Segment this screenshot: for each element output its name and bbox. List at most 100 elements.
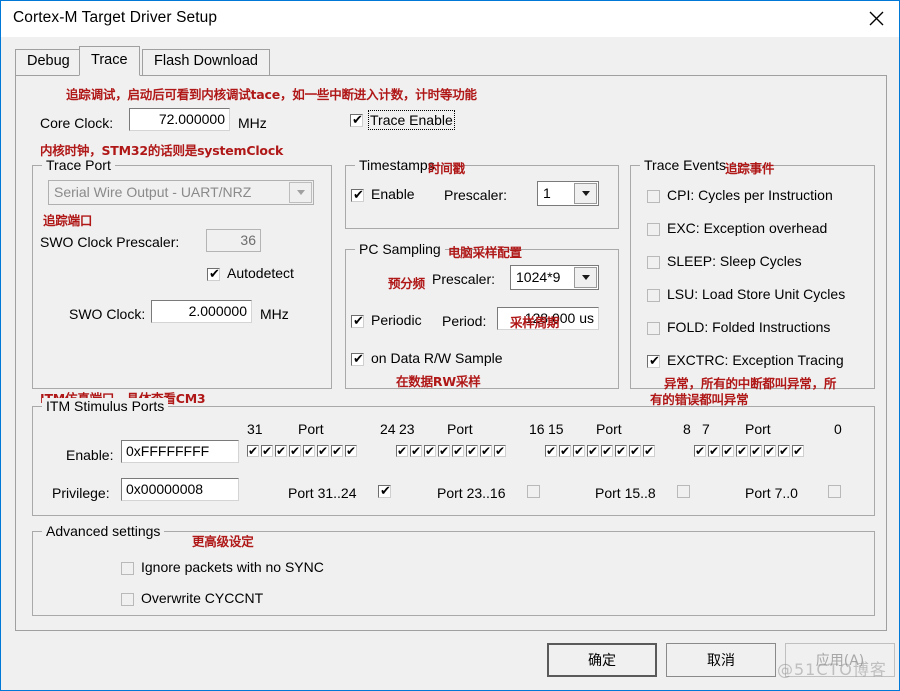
on-data-rw-checkbox[interactable]: ✔ — [351, 353, 364, 366]
swo-prescaler-input[interactable]: 36 — [206, 229, 261, 252]
trace-enable-checkbox[interactable]: ✔ — [350, 114, 363, 127]
trace-event-sleep-label[interactable]: SLEEP: Sleep Cycles — [667, 253, 802, 269]
chevron-down-icon[interactable] — [289, 182, 312, 203]
itm-port-bit-checkbox[interactable]: ✔ — [643, 444, 655, 458]
itm-port-bit-checkbox[interactable]: ✔ — [559, 445, 571, 458]
ok-button[interactable]: 确定 — [547, 643, 657, 677]
tab-trace[interactable]: Trace — [79, 46, 140, 76]
itm-port-bit-checkbox[interactable]: ✔ — [615, 444, 627, 458]
check-icon: ✔ — [751, 444, 762, 458]
itm-range-1-bits[interactable]: ✔ ✔ ✔ ✔ ✔ ✔ ✔ ✔ — [396, 444, 508, 458]
itm-port-bit-checkbox[interactable]: ✔ — [494, 445, 506, 458]
timestamps-prescaler-combo[interactable]: 1 — [537, 181, 599, 206]
on-data-rw-label[interactable]: on Data R/W Sample — [371, 350, 503, 366]
autodetect-checkbox[interactable]: ✔ — [207, 268, 220, 281]
itm-range-1-group-checkbox[interactable] — [527, 485, 540, 498]
periodic-checkbox[interactable]: ✔ — [351, 315, 364, 328]
itm-range-1-high: 23 — [399, 421, 415, 437]
close-icon[interactable] — [853, 1, 899, 36]
overwrite-cyccnt-checkbox[interactable] — [121, 593, 134, 606]
chevron-down-icon[interactable] — [574, 267, 597, 288]
tab-flash-download[interactable]: Flash Download — [142, 49, 270, 76]
core-clock-input[interactable]: 72.000000 — [129, 108, 230, 131]
trace-events-title: Trace Events — [640, 157, 730, 173]
itm-port-bit-checkbox[interactable]: ✔ — [694, 445, 706, 458]
ignore-no-sync-label[interactable]: Ignore packets with no SYNC — [141, 559, 324, 575]
trace-event-lsu-label[interactable]: LSU: Load Store Unit Cycles — [667, 286, 845, 302]
tab-debug[interactable]: Debug — [15, 49, 82, 76]
itm-port-bit-checkbox[interactable]: ✔ — [587, 445, 599, 458]
itm-port-bit-checkbox[interactable]: ✔ — [345, 445, 357, 458]
itm-range-3-bits[interactable]: ✔ ✔ ✔ ✔ ✔ ✔ ✔ ✔ — [694, 444, 806, 458]
ignore-no-sync-checkbox[interactable] — [121, 562, 134, 575]
swo-clock-input[interactable]: 2.000000 — [151, 300, 252, 323]
check-icon: ✔ — [332, 444, 343, 458]
itm-range-0-group-checkbox[interactable]: ✔ — [378, 485, 391, 498]
itm-port-bit-checkbox[interactable]: ✔ — [317, 445, 329, 458]
itm-range-1-word: Port — [447, 421, 473, 437]
itm-port-bit-checkbox[interactable]: ✔ — [303, 445, 315, 458]
check-icon: ✔ — [616, 444, 627, 458]
trace-event-sleep-checkbox[interactable] — [647, 256, 660, 269]
periodic-label[interactable]: Periodic — [371, 312, 422, 328]
check-icon: ✔ — [779, 444, 790, 458]
itm-port-bit-checkbox[interactable]: ✔ — [573, 445, 585, 458]
itm-port-bit-checkbox[interactable]: ✔ — [247, 445, 259, 458]
check-icon: ✔ — [481, 444, 492, 458]
itm-range-2-group-checkbox[interactable] — [677, 485, 690, 498]
trace-event-exc-label[interactable]: EXC: Exception overhead — [667, 220, 827, 236]
check-icon: ✔ — [467, 444, 478, 458]
itm-privilege-input[interactable]: 0x00000008 — [121, 478, 239, 501]
trace-event-exctrc-label[interactable]: EXCTRC: Exception Tracing — [667, 352, 844, 368]
itm-port-bit-checkbox[interactable]: ✔ — [722, 445, 734, 458]
chevron-down-icon[interactable] — [574, 183, 597, 204]
itm-port-bit-checkbox[interactable]: ✔ — [396, 445, 408, 458]
itm-port-bit-checkbox[interactable]: ✔ — [261, 445, 273, 458]
trace-event-cpi-label[interactable]: CPI: Cycles per Instruction — [667, 187, 833, 203]
trace-event-fold-label[interactable]: FOLD: Folded Instructions — [667, 319, 830, 335]
itm-port-bit-checkbox[interactable]: ✔ — [792, 445, 804, 458]
itm-port-bit-checkbox[interactable]: ✔ — [708, 445, 720, 458]
cancel-button[interactable]: 取消 — [666, 643, 776, 677]
trace-port-title: Trace Port — [42, 157, 115, 173]
itm-port-bit-checkbox[interactable]: ✔ — [466, 444, 478, 458]
annotation-advanced: 更高级设定 — [192, 534, 254, 549]
itm-port-bit-checkbox[interactable]: ✔ — [424, 445, 436, 458]
itm-port-bit-checkbox[interactable]: ✔ — [750, 444, 762, 458]
itm-port-bit-checkbox[interactable]: ✔ — [629, 444, 641, 458]
itm-port-bit-checkbox[interactable]: ✔ — [764, 445, 776, 458]
timestamps-enable-checkbox[interactable]: ✔ — [351, 189, 364, 202]
check-icon: ✔ — [644, 444, 655, 458]
itm-port-bit-checkbox[interactable]: ✔ — [438, 445, 450, 458]
trace-event-exc-checkbox[interactable] — [647, 223, 660, 236]
annotation-trace-port: 追踪端口 — [43, 213, 93, 228]
apply-button: 应用(A) — [785, 643, 895, 677]
itm-range-3-group-checkbox[interactable] — [828, 485, 841, 498]
trace-event-lsu-checkbox[interactable] — [647, 289, 660, 302]
itm-port-bit-checkbox[interactable]: ✔ — [601, 445, 613, 458]
itm-port-bit-checkbox[interactable]: ✔ — [410, 445, 422, 458]
itm-port-bit-checkbox[interactable]: ✔ — [452, 445, 464, 458]
itm-port-bit-checkbox[interactable]: ✔ — [289, 445, 301, 458]
itm-port-bit-checkbox[interactable]: ✔ — [331, 444, 343, 458]
itm-range-2-low: 8 — [683, 421, 691, 437]
itm-port-bit-checkbox[interactable]: ✔ — [275, 445, 287, 458]
trace-event-cpi-checkbox[interactable] — [647, 190, 660, 203]
autodetect-label[interactable]: Autodetect — [227, 265, 294, 281]
itm-port-bit-checkbox[interactable]: ✔ — [545, 445, 557, 458]
itm-range-2-bits[interactable]: ✔ ✔ ✔ ✔ ✔ ✔ ✔ ✔ — [545, 444, 657, 458]
overwrite-cyccnt-label[interactable]: Overwrite CYCCNT — [141, 590, 263, 606]
check-icon: ✔ — [630, 444, 641, 458]
pc-prescaler-combo[interactable]: 1024*9 — [510, 265, 599, 290]
itm-enable-input[interactable]: 0xFFFFFFFF — [121, 440, 239, 463]
itm-range-0-bits[interactable]: ✔ ✔ ✔ ✔ ✔ ✔ ✔ ✔ — [247, 444, 359, 458]
trace-enable-label[interactable]: Trace Enable — [368, 110, 455, 130]
itm-port-bit-checkbox[interactable]: ✔ — [736, 445, 748, 458]
trace-event-exctrc-checkbox[interactable]: ✔ — [647, 355, 660, 368]
trace-event-fold-checkbox[interactable] — [647, 322, 660, 335]
trace-port-protocol-combo[interactable]: Serial Wire Output - UART/NRZ — [48, 180, 314, 205]
itm-port-bit-checkbox[interactable]: ✔ — [778, 444, 790, 458]
itm-port-bit-checkbox[interactable]: ✔ — [480, 444, 492, 458]
annotation-period: 采样周期 — [510, 315, 560, 330]
timestamps-enable-label[interactable]: Enable — [371, 186, 415, 202]
